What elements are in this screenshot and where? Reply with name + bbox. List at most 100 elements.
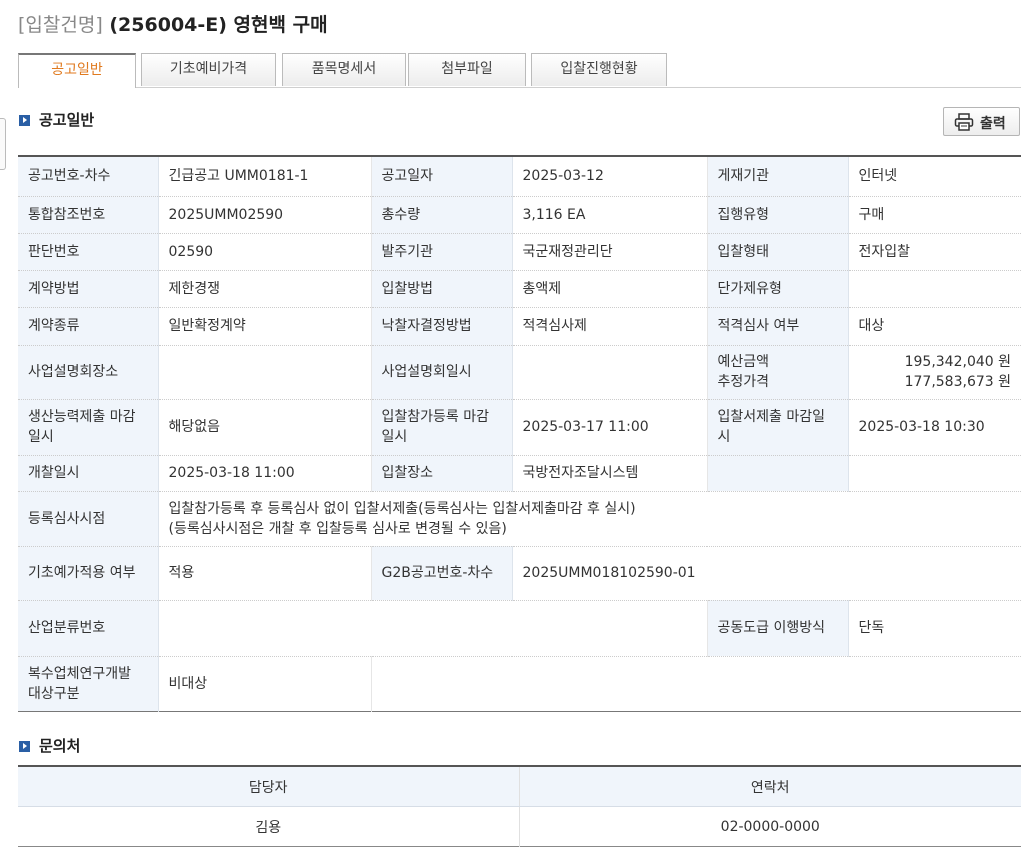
table-row: 개찰일시 2025-03-18 11:00 입찰장소 국방전자조달시스템 [18, 455, 1021, 492]
printer-icon [954, 113, 974, 131]
label-posting-agency: 게재기관 [707, 156, 849, 197]
label-contract-method: 계약방법 [18, 270, 159, 308]
table-row: 사업설명회장소 사업설명회일시 예산금액 추정가격 195,342,040 원 … [18, 345, 1021, 400]
table-row: 공고번호-차수 긴급공고 UMM0181-1 공고일자 2025-03-12 게… [18, 156, 1021, 197]
label-execution-type: 집행유형 [707, 196, 849, 234]
value-contract-kind: 일반확정계약 [158, 307, 372, 346]
label-capacity-deadline: 생산능력제출 마감일시 [18, 399, 159, 456]
table-header-row: 담당자 연락처 [18, 766, 1021, 807]
page-title-prefix: [입찰건명] [18, 14, 103, 36]
section-title-general: 공고일반 [39, 111, 95, 129]
header-contact-number: 연락처 [519, 766, 1021, 807]
label-qualification-review: 적격심사 여부 [707, 307, 849, 346]
value-posting-agency: 인터넷 [848, 156, 1021, 197]
table-row: 계약종류 일반확정계약 낙찰자결정방법 적격심사제 적격심사 여부 대상 [18, 307, 1021, 346]
label-briefing-datetime: 사업설명회일시 [371, 345, 513, 400]
value-multi-vendor-rnd: 비대상 [158, 656, 372, 711]
label-unit-price-type: 단가제유형 [707, 270, 849, 308]
label-bid-form: 입찰형태 [707, 233, 849, 271]
label-contract-kind: 계약종류 [18, 307, 159, 346]
print-button[interactable]: 출력 [943, 107, 1020, 136]
value-base-price-applied: 적용 [158, 546, 372, 601]
label-award-method: 낙찰자결정방법 [371, 307, 513, 346]
contact-table: 담당자 연락처 김용 02-0000-0000 [18, 765, 1021, 847]
value-empty [848, 455, 1021, 492]
value-total-quantity: 3,116 EA [512, 196, 708, 234]
value-unit-price-type [848, 270, 1021, 308]
value-contract-method: 제한경쟁 [158, 270, 372, 308]
section-bullet-icon [19, 741, 30, 752]
registration-review-note-2: (등록심사시점은 개찰 후 입찰등록 심사로 변경될 수 있음) [168, 520, 507, 537]
label-ordering-agency: 발주기관 [371, 233, 513, 271]
value-budget-estimate: 195,342,040 원 177,583,673 원 [848, 345, 1021, 400]
label-multi-vendor-rnd: 복수업체연구개발 대상구분 [18, 656, 159, 711]
label-g2b-notice-number: G2B공고번호-차수 [371, 546, 513, 601]
value-registration-review-time: 입찰참가등록 후 등록심사 없이 입찰서제출(등록심사는 입찰서제출마감 후 실… [158, 491, 1021, 547]
section-title-contact: 문의처 [39, 737, 81, 755]
label-bid-method: 입찰방법 [371, 270, 513, 308]
print-label: 출력 [980, 116, 1006, 132]
table-row: 계약방법 제한경쟁 입찰방법 총액제 단가제유형 [18, 270, 1021, 308]
label-total-quantity: 총수량 [371, 196, 513, 234]
value-bid-place: 국방전자조달시스템 [512, 455, 708, 492]
tab-bid-progress[interactable]: 입찰진행현황 [531, 53, 667, 86]
section-header-general: 공고일반 [19, 109, 94, 130]
value-judgment-number: 02590 [158, 233, 372, 271]
value-joint-contract-method: 단독 [848, 600, 1021, 657]
tab-base-price[interactable]: 기초예비가격 [141, 53, 276, 86]
tab-bar: 공고일반 기초예비가격 품목명세서 첨부파일 입찰진행현황 [18, 53, 1021, 88]
tab-attachments[interactable]: 첨부파일 [408, 53, 526, 86]
value-ordering-agency: 국군재정관리단 [512, 233, 708, 271]
value-submission-deadline: 2025-03-18 10:30 [848, 399, 1021, 456]
value-estimated-price: 177,583,673 원 [904, 374, 1011, 390]
value-qualification-review: 대상 [848, 307, 1021, 346]
table-row: 기초예가적용 여부 적용 G2B공고번호-차수 2025UMM018102590… [18, 546, 1021, 601]
label-reference-number: 통합참조번호 [18, 196, 159, 234]
label-submission-deadline: 입찰서제출 마감일시 [707, 399, 849, 456]
value-briefing-datetime [512, 345, 708, 400]
label-registration-deadline: 입찰참가등록 마감일시 [371, 399, 513, 456]
side-collapse-handle[interactable] [0, 118, 6, 170]
label-registration-review-time: 등록심사시점 [18, 491, 159, 547]
label-budget-estimate: 예산금액 추정가격 [707, 345, 849, 400]
section-header-contact: 문의처 [19, 735, 80, 756]
table-row: 산업분류번호 공동도급 이행방식 단독 [18, 600, 1021, 657]
contact-person-name: 김용 [18, 806, 520, 847]
value-briefing-place [158, 345, 372, 400]
value-notice-number: 긴급공고 UMM0181-1 [158, 156, 372, 197]
value-opening-datetime: 2025-03-18 11:00 [158, 455, 372, 492]
page-title-main: (256004-E) 영현백 구매 [109, 14, 328, 36]
label-briefing-place: 사업설명회장소 [18, 345, 159, 400]
section-bullet-icon [19, 115, 30, 126]
label-judgment-number: 판단번호 [18, 233, 159, 271]
value-bid-method: 총액제 [512, 270, 708, 308]
label-budget-amount: 예산금액 [717, 354, 770, 370]
value-execution-type: 구매 [848, 196, 1021, 234]
page-title: [입찰건명] (256004-E) 영현백 구매 [18, 10, 328, 37]
table-row: 김용 02-0000-0000 [18, 806, 1021, 847]
table-row: 생산능력제출 마감일시 해당없음 입찰참가등록 마감일시 2025-03-17 … [18, 399, 1021, 456]
value-capacity-deadline: 해당없음 [158, 399, 372, 456]
table-row: 통합참조번호 2025UMM02590 총수량 3,116 EA 집행유형 구매 [18, 196, 1021, 234]
label-bid-place: 입찰장소 [371, 455, 513, 492]
tab-general[interactable]: 공고일반 [18, 53, 136, 88]
label-empty [707, 455, 849, 492]
label-joint-contract-method: 공동도급 이행방식 [707, 600, 849, 657]
value-g2b-notice-number: 2025UMM018102590-01 [512, 546, 1021, 601]
value-registration-deadline: 2025-03-17 11:00 [512, 399, 708, 456]
contact-phone-number: 02-0000-0000 [720, 818, 820, 835]
value-reference-number: 2025UMM02590 [158, 196, 372, 234]
tab-item-spec[interactable]: 품목명세서 [282, 53, 406, 86]
label-notice-date: 공고일자 [371, 156, 513, 197]
label-notice-number: 공고번호-차수 [18, 156, 159, 197]
value-notice-date: 2025-03-12 [512, 156, 708, 197]
label-estimated-price: 추정가격 [717, 374, 770, 390]
value-award-method: 적격심사제 [512, 307, 708, 346]
value-budget-amount: 195,342,040 원 [904, 354, 1011, 370]
table-row: 복수업체연구개발 대상구분 비대상 [18, 656, 1021, 711]
registration-review-note-1: 입찰참가등록 후 등록심사 없이 입찰서제출(등록심사는 입찰서제출마감 후 실… [168, 500, 636, 517]
label-base-price-applied: 기초예가적용 여부 [18, 546, 159, 601]
label-industry-class-number: 산업분류번호 [18, 600, 159, 657]
value-bid-form: 전자입찰 [848, 233, 1021, 271]
table-row: 등록심사시점 입찰참가등록 후 등록심사 없이 입찰서제출(등록심사는 입찰서제… [18, 491, 1021, 547]
